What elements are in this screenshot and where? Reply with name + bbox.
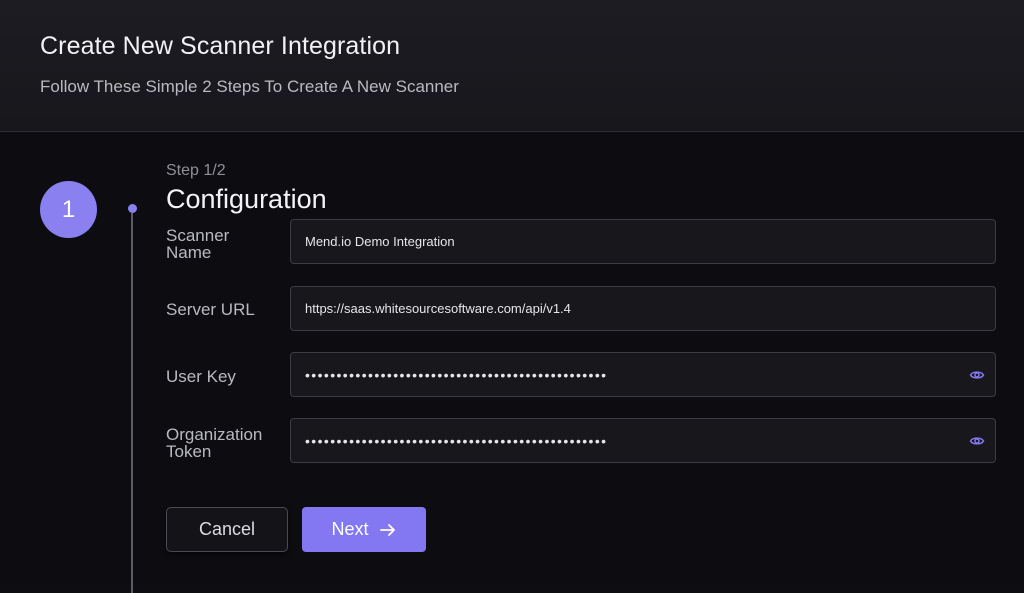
org-token-label: Organization Token (166, 426, 276, 460)
page-title: Create New Scanner Integration (40, 32, 401, 60)
scanner-name-value: Mend.io Demo Integration (305, 234, 455, 249)
scanner-name-label-line1: Scanner (166, 226, 230, 245)
org-token-label-line1: Organization (166, 425, 263, 444)
org-token-label-line2: Token (166, 442, 212, 461)
org-token-masked-value: ••••••••••••••••••••••••••••••••••••••••… (305, 432, 608, 449)
eye-icon[interactable] (969, 367, 985, 383)
org-token-input[interactable]: ••••••••••••••••••••••••••••••••••••••••… (290, 418, 996, 463)
user-key-masked-value: ••••••••••••••••••••••••••••••••••••••••… (305, 366, 608, 383)
timeline-dot (128, 204, 137, 213)
scanner-name-label: Scanner Name (166, 227, 276, 261)
page-header: Create New Scanner Integration Follow Th… (0, 0, 1024, 132)
eye-icon[interactable] (969, 433, 985, 449)
user-key-label: User Key (166, 367, 236, 386)
step-progress-label: Step 1/2 (166, 162, 226, 179)
server-url-input[interactable]: https://saas.whitesourcesoftware.com/api… (290, 286, 996, 331)
arrow-right-icon (379, 523, 395, 536)
scanner-name-label-line2: Name (166, 243, 212, 262)
cancel-button-label: Cancel (198, 519, 256, 539)
user-key-input[interactable]: ••••••••••••••••••••••••••••••••••••••••… (290, 352, 996, 397)
scanner-name-input[interactable]: Mend.io Demo Integration (290, 219, 996, 264)
wizard-body: 1 Step 1/2 Configuration Scanner Name Me… (0, 133, 1024, 593)
step-heading: Configuration (166, 184, 327, 214)
next-button[interactable]: Next (302, 507, 426, 552)
timeline-line (131, 213, 133, 593)
step-number-badge: 1 (40, 181, 97, 238)
next-button-label: Next (331, 519, 369, 539)
page-subtitle: Follow These Simple 2 Steps To Create A … (40, 77, 459, 96)
cancel-button[interactable]: Cancel (166, 507, 288, 552)
server-url-value: https://saas.whitesourcesoftware.com/api… (305, 301, 571, 316)
server-url-label: Server URL (166, 300, 255, 319)
